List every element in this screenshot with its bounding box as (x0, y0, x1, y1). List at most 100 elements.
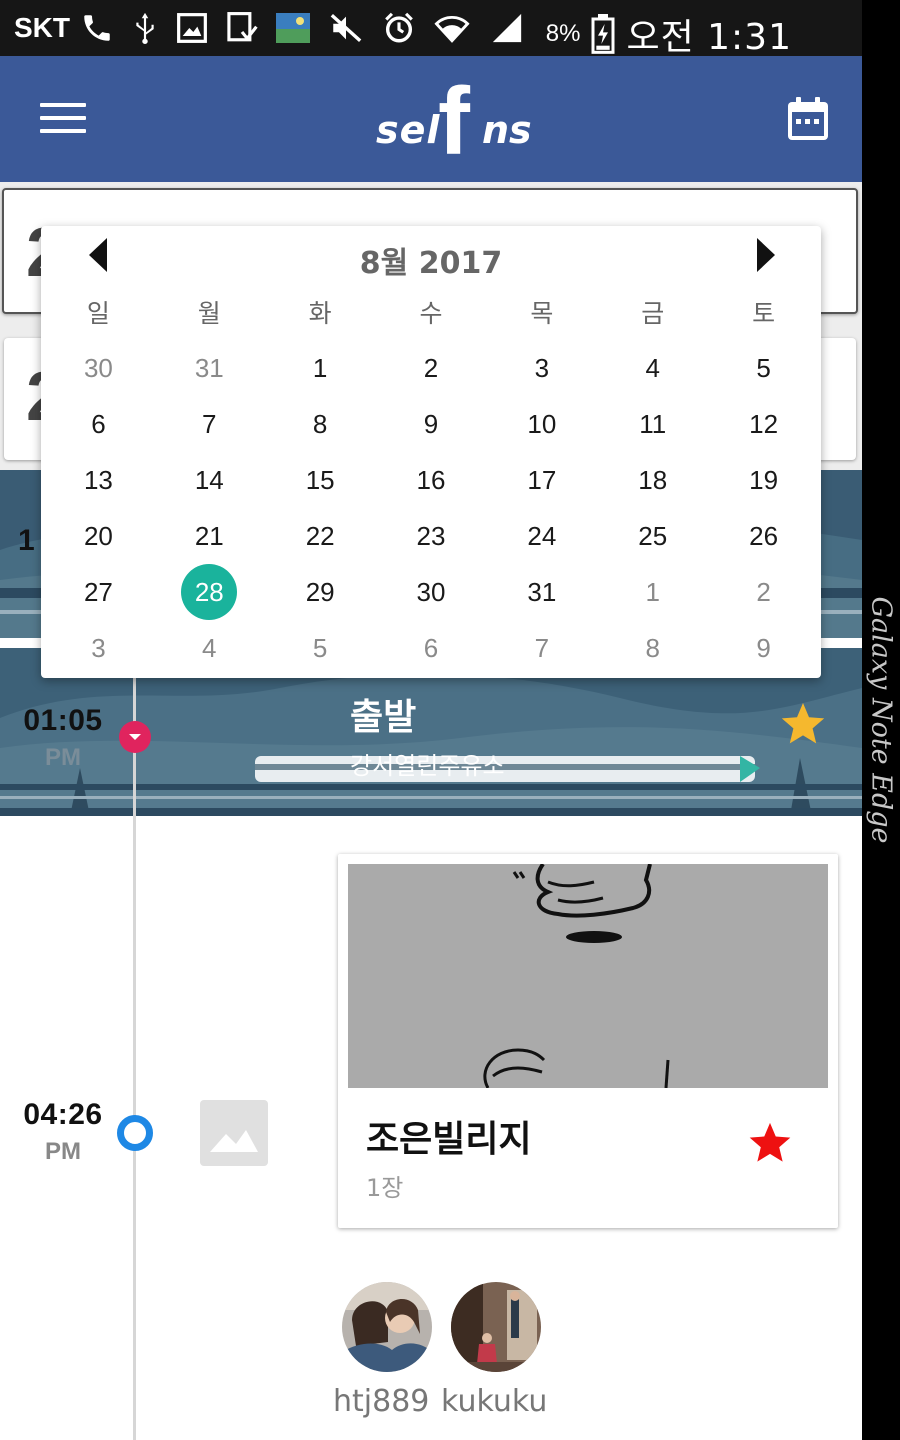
calendar-day[interactable]: 5 (265, 620, 376, 676)
calendar-day[interactable]: 31 (486, 564, 597, 620)
calendar-day[interactable]: 26 (708, 508, 819, 564)
calendar-day[interactable]: 3 (486, 340, 597, 396)
banner-1-time-fragment: 1 (18, 524, 35, 557)
image-placeholder-icon[interactable] (200, 1100, 268, 1166)
photo-thumbnail[interactable] (348, 864, 828, 1088)
calendar-day[interactable]: 10 (486, 396, 597, 452)
calendar-day[interactable]: 1 (265, 340, 376, 396)
edge-panel-text: Galaxy Note Edge (865, 596, 897, 844)
calendar-day-label: 10 (527, 408, 557, 439)
calendar-day-label: 29 (305, 576, 335, 607)
logo-f: f (438, 68, 470, 175)
calendar-day[interactable]: 6 (43, 396, 154, 452)
weekday-wed: 수 (419, 299, 443, 328)
calendar-day[interactable]: 19 (708, 452, 819, 508)
calendar-day-label: 11 (639, 408, 667, 439)
calendar-day[interactable]: 2 (376, 340, 487, 396)
menu-icon[interactable] (40, 103, 86, 133)
wifi-icon (434, 15, 470, 43)
calendar-icon[interactable] (786, 96, 830, 142)
calendar-day-label: 5 (312, 632, 328, 663)
photo-entry-time: 04:26 PM (18, 1098, 108, 1166)
calendar-day-label: 25 (638, 520, 668, 551)
calendar-day-label: 9 (423, 408, 439, 439)
calendar-day-label: 28 (194, 576, 224, 607)
image-icon (276, 13, 310, 43)
calendar-day[interactable]: 15 (265, 452, 376, 508)
calendar-day-label: 3 (91, 632, 106, 663)
calendar-day-label: 14 (194, 464, 224, 495)
weekday-sun: 일 (86, 299, 110, 328)
calendar-day[interactable]: 18 (597, 452, 708, 508)
calendar-day-label: 9 (756, 632, 771, 663)
download-icon (227, 12, 258, 42)
calendar-day-label: 8 (312, 408, 328, 439)
calendar-day-label: 4 (202, 632, 217, 663)
calendar-week-row: 13 14 15 16 17 18 19 (43, 452, 819, 508)
calendar-day-label: 17 (527, 464, 557, 495)
avatar-name-user-2: kukuku (441, 1384, 548, 1419)
calendar-day[interactable]: 29 (265, 564, 376, 620)
calendar-day[interactable]: 2 (708, 564, 819, 620)
timeline-line (133, 677, 136, 1440)
calendar-day[interactable]: 30 (376, 564, 487, 620)
calendar-day[interactable]: 14 (154, 452, 265, 508)
calendar-day[interactable]: 8 (597, 620, 708, 676)
calendar-day-label: 31 (527, 576, 557, 607)
calendar-day-label: 16 (416, 464, 446, 495)
calendar-day[interactable]: 24 (486, 508, 597, 564)
calendar-day[interactable]: 22 (265, 508, 376, 564)
calendar-day[interactable]: 25 (597, 508, 708, 564)
next-month-arrow-icon[interactable] (753, 238, 779, 272)
departure-star-icon[interactable] (778, 700, 828, 748)
calendar-day[interactable]: 23 (376, 508, 487, 564)
app-bar: sel f ns (0, 56, 862, 182)
weekday-header-row: 일 월 화 수 목 금 토 (43, 284, 819, 340)
calendar-day-label: 3 (534, 352, 550, 383)
calendar-day-label: 12 (749, 408, 779, 439)
calendar-day[interactable]: 1 (597, 564, 708, 620)
calendar-day-label: 21 (194, 520, 224, 551)
calendar-day-selected[interactable]: 28 (154, 564, 265, 620)
calendar-day-label: 31 (194, 352, 224, 383)
calendar-day[interactable]: 31 (154, 340, 265, 396)
calendar-day[interactable]: 27 (43, 564, 154, 620)
calendar-day[interactable]: 21 (154, 508, 265, 564)
calendar-day[interactable]: 7 (154, 396, 265, 452)
calendar-day[interactable]: 12 (708, 396, 819, 452)
calendar-day[interactable]: 8 (265, 396, 376, 452)
calendar-day[interactable]: 11 (597, 396, 708, 452)
calendar-day[interactable]: 17 (486, 452, 597, 508)
avatar-user-2[interactable] (451, 1282, 541, 1372)
departure-time-ampm: PM (45, 744, 81, 771)
calendar-day[interactable]: 13 (43, 452, 154, 508)
calendar-day[interactable]: 6 (376, 620, 487, 676)
calendar-day[interactable]: 9 (708, 620, 819, 676)
calendar-day-label: 2 (423, 352, 439, 383)
calendar-day[interactable]: 30 (43, 340, 154, 396)
photo-entry-time-ampm: PM (45, 1138, 81, 1165)
status-right: 8% 오전 1:31 (546, 8, 792, 60)
photo-star-icon[interactable] (746, 1120, 794, 1166)
calendar-day-label: 15 (305, 464, 335, 495)
calendar-day[interactable]: 4 (597, 340, 708, 396)
departure-title: 출발 (350, 697, 417, 738)
calendar-day-label: 24 (527, 520, 557, 551)
calendar-day[interactable]: 5 (708, 340, 819, 396)
weekday-fri: 금 (641, 299, 665, 328)
avatar-user-1[interactable] (342, 1282, 432, 1372)
calendar-day[interactable]: 16 (376, 452, 487, 508)
calendar-day[interactable]: 20 (43, 508, 154, 564)
battery-icon (591, 14, 615, 54)
calendar-day-label: 7 (202, 408, 217, 439)
photo-card[interactable]: 조은빌리지 1장 (338, 854, 838, 1228)
calendar-day-label: 30 (416, 576, 446, 607)
photo-card-title: 조은빌리지 (366, 1119, 532, 1160)
calendar-day[interactable]: 9 (376, 396, 487, 452)
calendar-day[interactable]: 7 (486, 620, 597, 676)
usb-icon (136, 12, 154, 45)
battery-percent: 8% (545, 20, 581, 47)
calendar-day-label: 30 (83, 352, 113, 383)
calendar-day[interactable]: 4 (154, 620, 265, 676)
calendar-day[interactable]: 3 (43, 620, 154, 676)
